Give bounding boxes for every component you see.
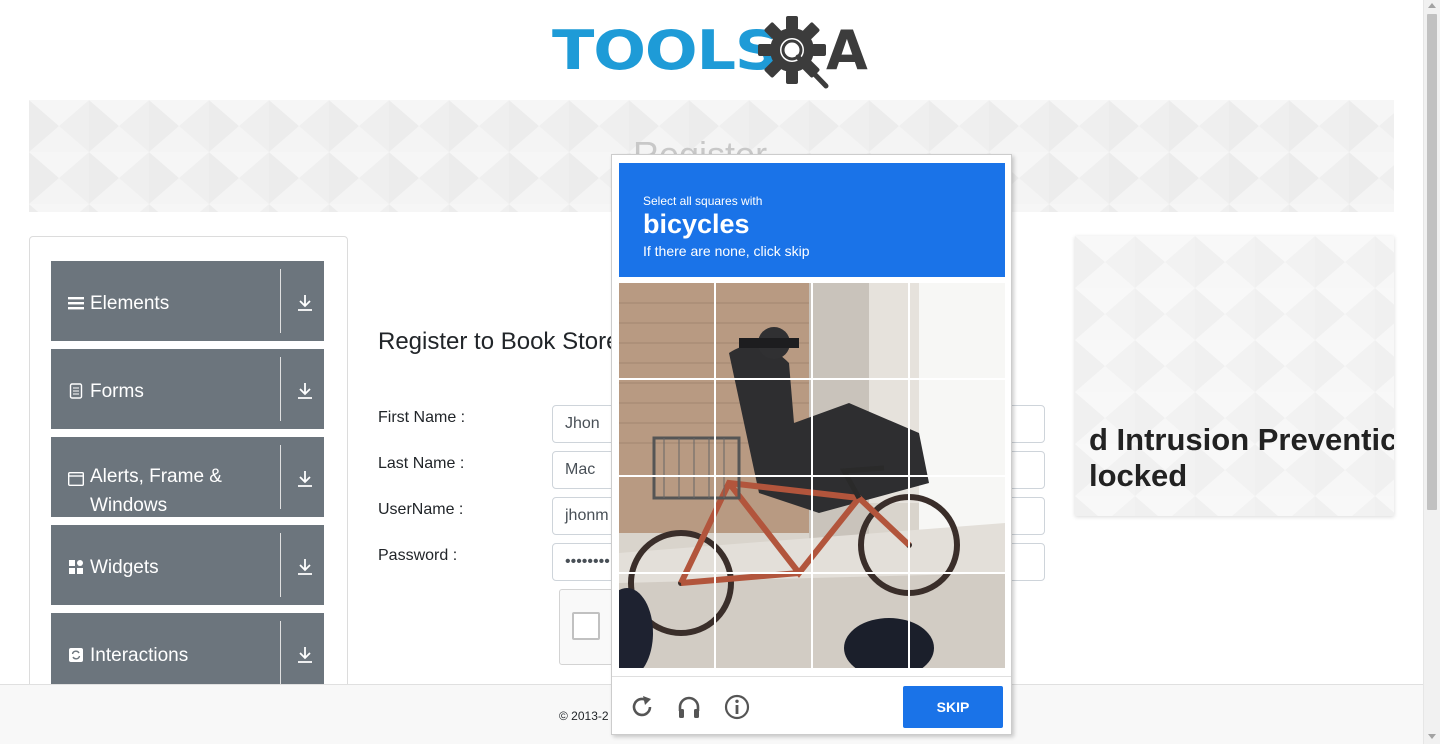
first-name-label: First Name : bbox=[378, 409, 466, 426]
download-icon bbox=[298, 295, 312, 311]
sidebar-item-label: Widgets bbox=[90, 557, 159, 578]
reload-icon[interactable] bbox=[629, 694, 655, 720]
password-label: Password : bbox=[378, 547, 458, 564]
download-icon bbox=[298, 471, 312, 487]
sidebar-item-elements[interactable]: Elements bbox=[51, 261, 324, 341]
captcha-image-grid[interactable] bbox=[619, 283, 1005, 668]
document-icon bbox=[69, 383, 83, 399]
divider bbox=[280, 621, 281, 685]
logo-text: TOOLS bbox=[552, 19, 780, 82]
sidebar-item-label: Alerts, Frame & Windows bbox=[90, 466, 222, 516]
captcha-header: Select all squares with bicycles If ther… bbox=[619, 163, 1005, 277]
captcha-target-object: bicycles bbox=[643, 209, 750, 239]
download-icon bbox=[298, 559, 312, 575]
sidebar-item-label: Elements bbox=[90, 293, 170, 314]
ad-text: d Intrusion Preventic locked bbox=[1089, 422, 1394, 493]
sidebar-item-interactions[interactable]: Interactions bbox=[51, 613, 324, 693]
window-icon bbox=[68, 472, 84, 486]
skip-button[interactable]: SKIP bbox=[903, 686, 1003, 728]
captcha-footer: SKIP bbox=[612, 676, 1011, 734]
sidebar: Elements Forms Alerts, Frame & Windows W… bbox=[29, 236, 348, 696]
divider bbox=[280, 445, 281, 509]
footer-copyright: © 2013-2 bbox=[559, 709, 609, 723]
divider bbox=[280, 357, 281, 421]
form-title: Register to Book Store bbox=[378, 328, 620, 355]
toolsqa-logo[interactable]: TOOLS A bbox=[552, 14, 876, 92]
download-icon bbox=[298, 647, 312, 663]
page-scrollbar[interactable] bbox=[1423, 0, 1440, 744]
divider bbox=[280, 269, 281, 333]
audio-challenge-icon[interactable] bbox=[676, 694, 702, 720]
widgets-icon bbox=[69, 560, 83, 574]
logo-suffix: A bbox=[826, 19, 868, 82]
hamburger-icon bbox=[68, 297, 84, 310]
download-icon bbox=[298, 383, 312, 399]
sidebar-item-widgets[interactable]: Widgets bbox=[51, 525, 324, 605]
advertisement[interactable]: d Intrusion Preventic locked bbox=[1075, 236, 1394, 516]
last-name-label: Last Name : bbox=[378, 455, 465, 472]
captcha-instruction: Select all squares with bbox=[643, 194, 763, 208]
scroll-down-arrow-icon[interactable] bbox=[1428, 734, 1436, 739]
gear-magnifier-icon bbox=[758, 16, 829, 89]
sidebar-item-alerts-frame-windows[interactable]: Alerts, Frame & Windows bbox=[51, 437, 324, 517]
sidebar-item-forms[interactable]: Forms bbox=[51, 349, 324, 429]
recaptcha-checkbox[interactable] bbox=[572, 612, 600, 640]
sidebar-item-label: Interactions bbox=[90, 645, 189, 666]
info-icon[interactable] bbox=[724, 694, 750, 720]
divider bbox=[280, 533, 281, 597]
scrollbar-thumb[interactable] bbox=[1427, 14, 1437, 510]
page: TOOLS A Elements Forms Alerts, Frame & W… bbox=[0, 0, 1440, 744]
sidebar-item-label: Forms bbox=[90, 381, 144, 402]
captcha-street-photo bbox=[619, 283, 1005, 668]
interactions-icon bbox=[69, 648, 83, 662]
captcha-challenge-dialog: Select all squares with bicycles If ther… bbox=[611, 154, 1012, 735]
captcha-hint: If there are none, click skip bbox=[643, 243, 810, 259]
scroll-up-arrow-icon[interactable] bbox=[1428, 3, 1436, 8]
username-label: UserName : bbox=[378, 501, 464, 518]
